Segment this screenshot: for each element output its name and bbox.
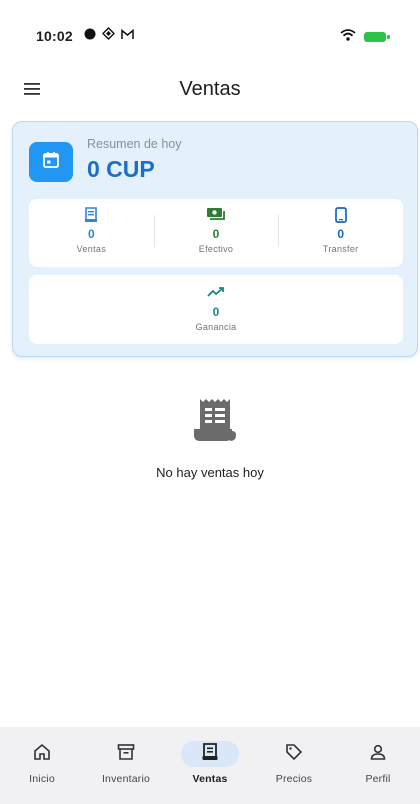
- calendar-badge: [29, 142, 73, 182]
- app-bar: Ventas: [0, 70, 420, 110]
- stat-efectivo-value: 0: [212, 227, 220, 241]
- today-summary-card: Resumen de hoy 0 CUP 0 Ventas 0 Efectivo…: [12, 121, 418, 357]
- summary-amount: 0 CUP: [87, 156, 155, 182]
- receipt-icon: [84, 207, 98, 223]
- status-time: 10:02: [36, 28, 73, 44]
- stat-ventas: 0 Ventas: [29, 199, 154, 267]
- wifi-icon: [340, 28, 356, 46]
- calendar-icon: [41, 150, 61, 175]
- status-bar: 10:02: [0, 0, 420, 60]
- battery-icon: [364, 32, 390, 42]
- receipt-long-icon: [188, 395, 240, 447]
- status-system-icons: [340, 28, 390, 46]
- stats-row: 0 Ventas 0 Efectivo 0 Transfer: [29, 199, 403, 267]
- stat-transfer: 0 Transfer: [278, 199, 403, 267]
- archive-icon: [117, 743, 135, 766]
- nav-item-ventas[interactable]: Ventas: [168, 727, 252, 804]
- cast-icon: [102, 27, 115, 45]
- nav-label-precios: Precios: [275, 773, 313, 785]
- bottom-navigation: Inicio Inventario Ventas Precios Perfil: [0, 727, 420, 804]
- status-notification-icons: [84, 27, 134, 45]
- nav-item-perfil[interactable]: Perfil: [336, 727, 420, 804]
- profit-box: 0 Ganancia: [29, 275, 403, 344]
- stat-transfer-value: 0: [337, 227, 345, 241]
- summary-label: Resumen de hoy: [87, 137, 182, 151]
- receipt-icon: [202, 742, 218, 766]
- profit-value: 0: [212, 305, 220, 319]
- stat-transfer-label: Transfer: [322, 244, 359, 254]
- stat-ventas-label: Ventas: [76, 244, 106, 254]
- nav-item-inventario[interactable]: Inventario: [84, 727, 168, 804]
- nav-label-ventas: Ventas: [192, 773, 228, 785]
- profit-label: Ganancia: [195, 322, 237, 332]
- stat-efectivo: 0 Efectivo: [153, 199, 279, 267]
- trending-up-icon: [207, 285, 225, 301]
- page-title: Ventas: [179, 78, 241, 100]
- nav-item-precios[interactable]: Precios: [252, 727, 336, 804]
- stat-efectivo-label: Efectivo: [198, 244, 234, 254]
- person-icon: [369, 743, 387, 766]
- stat-ventas-value: 0: [87, 227, 95, 241]
- nav-label-inicio: Inicio: [29, 773, 55, 785]
- tag-icon: [285, 743, 303, 766]
- nav-item-inicio[interactable]: Inicio: [0, 727, 84, 804]
- record-icon: [84, 27, 96, 45]
- nav-label-perfil: Perfil: [365, 773, 391, 785]
- home-icon: [33, 743, 51, 766]
- nav-label-inventario: Inventario: [101, 773, 151, 785]
- gmail-icon: [121, 27, 134, 45]
- phone-icon: [334, 207, 347, 223]
- empty-state-message: No hay ventas hoy: [156, 465, 264, 480]
- cash-icon: [206, 207, 226, 223]
